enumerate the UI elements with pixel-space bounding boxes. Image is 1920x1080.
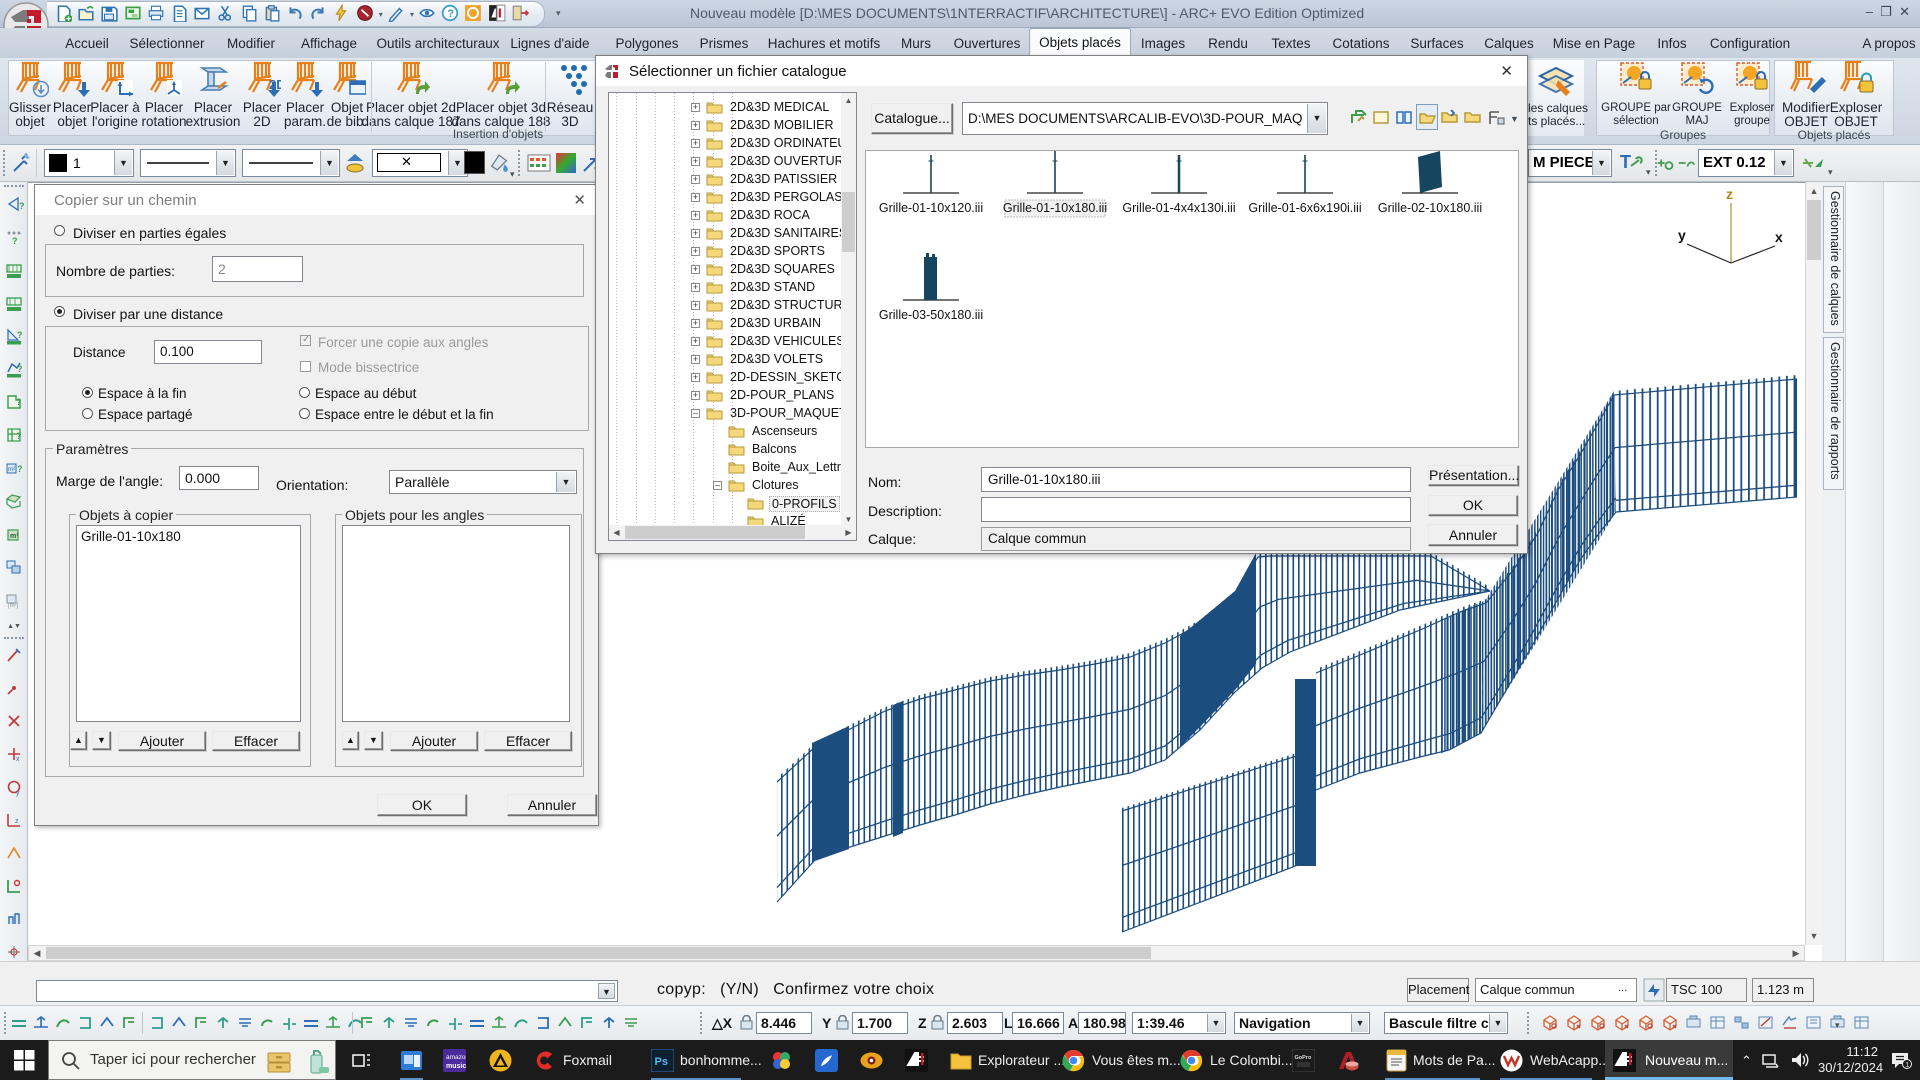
svg-text:Grille-01-4x4x130i.iii: Grille-01-4x4x130i.iii	[1122, 201, 1235, 215]
svg-text:GoPro: GoPro	[1295, 1055, 1312, 1061]
svg-text:Grille-01-6x6x190i.iii: Grille-01-6x6x190i.iii	[1248, 201, 1361, 215]
svg-text:Ps: Ps	[655, 1056, 668, 1068]
svg-text:music: music	[446, 1063, 466, 1070]
svg-text:Grille-01-10x180.iii: Grille-01-10x180.iii	[1003, 201, 1107, 215]
svg-text:Grille-02-10x180.iii: Grille-02-10x180.iii	[1378, 201, 1482, 215]
svg-text:amazon: amazon	[446, 1054, 466, 1061]
svg-text:Grille-03-50x180.iii: Grille-03-50x180.iii	[879, 308, 983, 322]
svg-text:Grille-01-10x120.iii: Grille-01-10x120.iii	[879, 201, 983, 215]
svg-text:1: 1	[1905, 1062, 1909, 1069]
